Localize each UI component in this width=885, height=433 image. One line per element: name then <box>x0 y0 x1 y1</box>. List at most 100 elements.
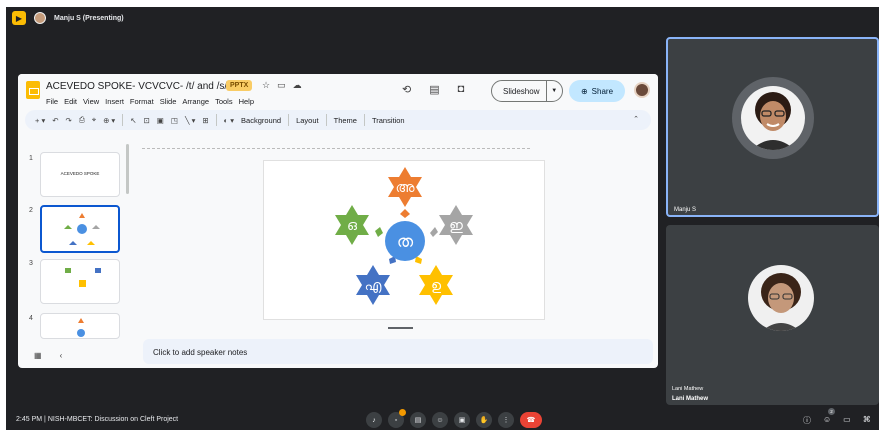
comment-icon[interactable]: ▤ <box>429 83 439 96</box>
menu-bar: File Edit View Insert Format Slide Arran… <box>46 97 254 106</box>
menu-arrange[interactable]: Arrange <box>182 97 209 106</box>
document-title[interactable]: ACEVEDO SPOKE- VCVCVC- /t/ and /s/ <box>46 81 227 92</box>
chevron-down-icon[interactable]: ▼ <box>545 81 562 101</box>
menu-file[interactable]: File <box>46 97 58 106</box>
speaker-notes[interactable]: Click to add speaker notes <box>143 339 653 364</box>
people-icon[interactable]: ☺ <box>823 415 831 426</box>
chat-icon[interactable]: ▭ <box>843 415 851 426</box>
side-controls: ⓘ ☺ ▭ ⌘ <box>803 415 871 426</box>
folder-icon[interactable]: ▭ <box>277 80 286 91</box>
background-button[interactable]: Background <box>241 116 281 125</box>
info-icon[interactable]: ⓘ <box>803 415 811 426</box>
thumb-diagram <box>65 268 101 287</box>
layout-button[interactable]: Layout <box>296 116 319 125</box>
activities-icon[interactable]: ⌘ <box>863 415 871 426</box>
image-icon[interactable]: ▣ <box>157 116 164 125</box>
share-label: Share <box>591 86 614 96</box>
slides-logo-icon[interactable] <box>26 81 40 99</box>
meet-topbar: ▶ Manju S (Presenting) <box>6 7 879 29</box>
menu-help[interactable]: Help <box>239 97 254 106</box>
menu-slide[interactable]: Slide <box>160 97 177 106</box>
notes-resize-handle[interactable] <box>388 327 413 329</box>
select-icon[interactable]: ↖ <box>130 116 136 125</box>
emoji-icon[interactable]: ☺ <box>432 412 448 428</box>
menu-view[interactable]: View <box>83 97 99 106</box>
add-icon[interactable]: + ▾ <box>35 116 45 125</box>
slide-thumb-3[interactable] <box>40 259 120 304</box>
meeting-info: 2:45 PM | NISH-MBCET: Discussion on Clef… <box>16 416 178 423</box>
chevron-up-icon[interactable]: ⌃ <box>633 115 639 123</box>
end-call-icon[interactable]: ☎ <box>520 412 542 428</box>
shape-icon[interactable]: ◳ <box>171 116 178 125</box>
slideshow-label: Slideshow <box>503 86 540 96</box>
camera-toggle-icon[interactable]: ▫ <box>388 409 406 428</box>
menu-edit[interactable]: Edit <box>64 97 77 106</box>
chevron-left-icon[interactable]: ‹ <box>60 351 63 360</box>
presenter-label: Manju S (Presenting) <box>54 14 124 22</box>
line-icon[interactable]: ╲ ▾ <box>185 116 195 125</box>
participant-count-badge: 2 <box>828 408 835 415</box>
more-options-icon[interactable]: ⋮ <box>498 412 514 428</box>
participant-name: Lani Mathew <box>672 396 709 402</box>
menu-format[interactable]: Format <box>130 97 154 106</box>
meeting-time: 2:45 PM <box>16 416 43 423</box>
toolbar-divider <box>325 114 327 126</box>
toolbar-divider <box>215 114 217 126</box>
history-icon[interactable]: ⟲ <box>402 83 411 96</box>
grid-view-icon[interactable]: ▦ <box>34 351 42 360</box>
comment-add-icon[interactable]: ⊞ <box>202 116 208 125</box>
thumb-diagram <box>64 213 100 245</box>
slide-thumb-1[interactable]: ACEVEDO SPOKE <box>40 152 120 197</box>
captions-icon[interactable]: ▤ <box>410 412 426 428</box>
presentation-icon: ▶ <box>12 11 26 25</box>
present-icon[interactable]: ▣ <box>454 412 470 428</box>
microphone-icon[interactable]: ♪ <box>366 412 382 428</box>
center-label: ത <box>397 232 414 252</box>
participant-avatar <box>741 86 805 150</box>
toolbar-divider <box>363 114 365 126</box>
slide-thumb-4[interactable] <box>40 313 120 339</box>
slides-header: ACEVEDO SPOKE- VCVCVC- /t/ and /s/ PPTX … <box>18 74 658 114</box>
textbox-icon[interactable]: ⊡ <box>144 116 150 125</box>
slide-number: 1 <box>29 155 33 162</box>
participant-name: Manju S <box>674 207 697 213</box>
participant-photo <box>751 92 795 150</box>
meet-window: ▶ Manju S (Presenting) ACEVEDO SPOKE- VC… <box>6 7 879 430</box>
share-button[interactable]: ⊕ Share <box>569 80 625 102</box>
participant-name-small: Lani Mathew <box>672 386 704 392</box>
toolbar-divider <box>122 114 124 126</box>
raise-hand-icon[interactable]: ✋ <box>476 412 492 428</box>
menu-insert[interactable]: Insert <box>105 97 124 106</box>
print-icon[interactable]: ⎙ <box>79 115 85 125</box>
zoom-icon[interactable]: ⊕ ▾ <box>103 116 115 125</box>
cloud-icon[interactable]: ☁ <box>293 80 302 91</box>
thumbnail-scrollbar[interactable] <box>126 144 129 194</box>
slide-number: 3 <box>29 260 33 267</box>
slides-toolbar: + ▾ ↶ ↷ ⎙ ⌖ ⊕ ▾ ↖ ⊡ ▣ ◳ ╲ ▾ ⊞ ◐ ▾ Backgr… <box>25 110 651 130</box>
paint-format-icon[interactable]: ⌖ <box>92 115 96 125</box>
user-avatar[interactable] <box>634 82 650 98</box>
menu-tools[interactable]: Tools <box>215 97 233 106</box>
transition-button[interactable]: Transition <box>372 116 405 125</box>
share-icon: ⊕ <box>580 86 588 96</box>
undo-icon[interactable]: ↶ <box>52 116 58 125</box>
current-slide[interactable]: അ ഒ ഇ എ ഉ ത <box>263 160 545 320</box>
participant-tile-manju[interactable]: Manju S <box>666 37 879 217</box>
call-controls: ♪ ▫ ▤ ☺ ▣ ✋ ⋮ ☎ <box>366 409 542 428</box>
slide-thumb-2[interactable] <box>40 205 120 253</box>
camera-icon[interactable]: ◘ <box>458 83 465 96</box>
connector-left <box>375 227 383 237</box>
star-icon[interactable]: ☆ <box>262 80 270 91</box>
redo-icon[interactable]: ↷ <box>66 116 72 125</box>
meeting-separator: | <box>44 416 46 423</box>
connector-right <box>430 227 438 237</box>
presenter-avatar <box>34 12 46 24</box>
background-color-icon[interactable]: ◐ ▾ <box>224 116 234 125</box>
title-icons: ☆ ▭ ☁ <box>262 80 302 91</box>
notification-dot <box>399 409 406 416</box>
view-controls: ▦ ‹ <box>34 351 62 360</box>
connector-top <box>400 209 410 218</box>
participant-tile-lani[interactable]: Lani Mathew Lani Mathew <box>666 225 879 405</box>
slideshow-button[interactable]: Slideshow ▼ <box>491 80 563 102</box>
theme-button[interactable]: Theme <box>334 116 357 125</box>
